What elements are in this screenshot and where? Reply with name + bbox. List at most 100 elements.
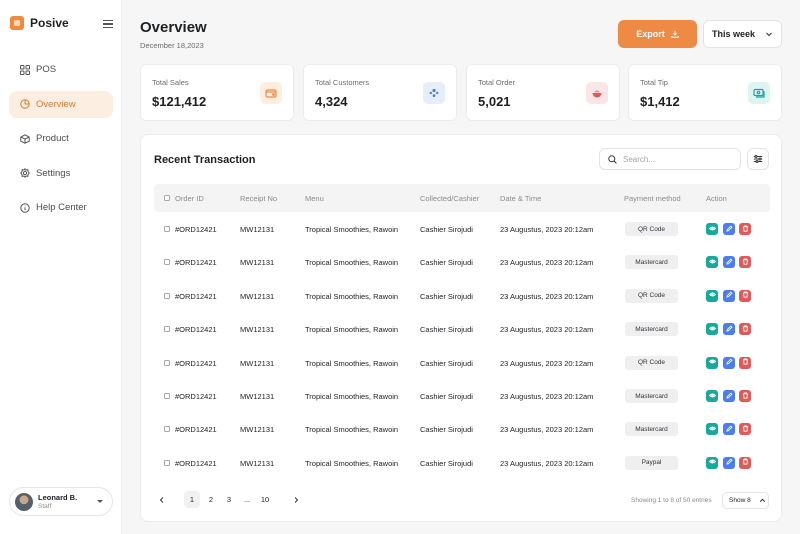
prev-page-button[interactable] xyxy=(154,491,170,508)
column-header[interactable]: Menu xyxy=(305,194,324,203)
trash-icon xyxy=(742,358,749,367)
edit-button[interactable] xyxy=(723,323,735,336)
page-button[interactable]: 10 xyxy=(256,491,274,508)
pencil-icon xyxy=(725,391,733,401)
next-page-button[interactable] xyxy=(288,491,304,508)
edit-button[interactable] xyxy=(723,256,735,269)
sidebar-item-pos[interactable]: POS xyxy=(9,56,113,83)
row-checkbox[interactable] xyxy=(164,226,170,232)
delete-button[interactable] xyxy=(739,256,751,269)
column-header[interactable]: Receipt No xyxy=(240,194,277,203)
eye-icon xyxy=(708,225,716,234)
cell-receipt: MW12131 xyxy=(240,458,275,468)
user-menu[interactable]: Leonard B. Staff xyxy=(9,487,113,516)
delete-button[interactable] xyxy=(739,356,751,369)
table-row[interactable]: #ORD12421 MW12131 Tropical Smoothies, Rawo… xyxy=(154,213,770,246)
edit-button[interactable] xyxy=(723,423,735,436)
chevron-down-icon xyxy=(766,32,772,37)
pencil-icon xyxy=(725,291,733,300)
search-input[interactable] xyxy=(623,154,733,164)
cell-receipt: MW12131 xyxy=(240,225,275,234)
date-range-dropdown[interactable]: This week xyxy=(703,20,782,48)
export-button[interactable]: Export xyxy=(618,20,697,48)
cell-receipt: MW12131 xyxy=(240,392,275,401)
panel-title: Recent Transaction xyxy=(154,154,256,166)
avatar xyxy=(15,492,33,511)
delete-button[interactable] xyxy=(739,390,751,402)
page-button[interactable]: 1 xyxy=(184,491,200,508)
stat-card-total-order: Total Order 5,021 xyxy=(466,64,620,121)
view-button[interactable] xyxy=(706,456,718,469)
info-icon xyxy=(20,202,30,213)
menu-icon[interactable] xyxy=(103,20,113,28)
page-size-select[interactable]: Show 8 xyxy=(722,492,769,509)
edit-button[interactable] xyxy=(723,356,735,369)
stat-value: 5,021 xyxy=(478,94,511,109)
page-button[interactable]: 3 xyxy=(221,491,237,508)
payment-badge: Mastercard xyxy=(625,389,678,403)
view-button[interactable] xyxy=(706,356,718,369)
table-row[interactable]: #ORD12421 MW12131 Tropical Smoothies, Rawo… xyxy=(154,413,770,446)
overview-icon xyxy=(20,99,30,109)
view-button[interactable] xyxy=(706,423,718,436)
stat-label: Total Sales xyxy=(152,78,189,87)
view-button[interactable] xyxy=(706,256,718,269)
box-icon xyxy=(20,133,30,144)
table-row[interactable]: #ORD12421 MW12131 Tropical Smoothies, Rawo… xyxy=(154,280,770,313)
stat-label: Total Order xyxy=(478,78,516,87)
user-role: Staff xyxy=(38,502,52,510)
gear-icon xyxy=(20,168,30,178)
cell-cashier: Cashier Sirojudi xyxy=(420,258,473,268)
sidebar-item-overview[interactable]: Overview xyxy=(9,90,113,118)
table-row[interactable]: #ORD12421 MW12131 Tropical Smoothies, Rawo… xyxy=(154,246,770,279)
sidebar-item-help-center[interactable]: Help Center xyxy=(9,194,113,221)
sidebar-item-settings[interactable]: Settings xyxy=(9,160,113,187)
column-header[interactable]: Order ID xyxy=(175,194,204,203)
view-button[interactable] xyxy=(706,223,718,235)
cell-menu: Tropical Smoothies, Rawoin xyxy=(305,291,399,301)
trash-icon xyxy=(742,291,749,300)
payment-badge: QR Code xyxy=(625,355,678,370)
table-row[interactable]: #ORD12421 MW12131 Tropical Smoothies, Rawo… xyxy=(154,347,770,380)
stat-card-total-tip: Total Tip $1,412 xyxy=(628,64,782,121)
cell-order-id: #ORD12421 xyxy=(175,291,217,301)
cell-menu: Tropical Smoothies, Rawoin xyxy=(305,425,399,435)
column-header[interactable]: Payment method xyxy=(624,194,681,203)
sidebar-item-product[interactable]: Product xyxy=(9,125,113,152)
delete-button[interactable] xyxy=(739,423,751,436)
row-checkbox[interactable] xyxy=(164,426,170,433)
column-header[interactable]: Collected/Cashier xyxy=(420,194,479,203)
view-button[interactable] xyxy=(706,289,718,302)
select-all-checkbox[interactable] xyxy=(164,195,170,201)
edit-button[interactable] xyxy=(723,223,735,235)
delete-button[interactable] xyxy=(739,323,751,336)
view-button[interactable] xyxy=(706,390,718,402)
bowl-icon xyxy=(586,82,608,104)
cell-datetime: 23 Augustus, 2023 20:12am xyxy=(500,392,594,401)
row-checkbox[interactable] xyxy=(164,292,170,299)
cell-order-id: #ORD12421 xyxy=(175,358,217,368)
delete-button[interactable] xyxy=(739,456,751,469)
delete-button[interactable] xyxy=(739,289,751,302)
delete-button[interactable] xyxy=(739,223,751,235)
table-row[interactable]: #ORD12421 MW12131 Tropical Smoothies, Rawo… xyxy=(154,380,770,413)
entries-info: Showing 1 to 8 of 50 entries xyxy=(631,497,712,504)
view-button[interactable] xyxy=(706,323,718,336)
download-icon xyxy=(671,30,679,38)
page-button[interactable]: 2 xyxy=(203,491,219,508)
row-checkbox[interactable] xyxy=(164,459,170,466)
row-checkbox[interactable] xyxy=(164,359,170,366)
column-header[interactable]: Date & Time xyxy=(500,194,541,203)
edit-button[interactable] xyxy=(723,289,735,302)
cell-order-id: #ORD12421 xyxy=(175,258,217,268)
edit-button[interactable] xyxy=(723,456,735,469)
row-checkbox[interactable] xyxy=(164,326,170,333)
eye-icon xyxy=(708,291,716,300)
stat-label: Total Customers xyxy=(315,78,370,87)
filter-button[interactable] xyxy=(747,148,769,170)
row-checkbox[interactable] xyxy=(164,259,170,266)
table-row[interactable]: #ORD12421 MW12131 Tropical Smoothies, Rawo… xyxy=(154,447,770,480)
table-row[interactable]: #ORD12421 MW12131 Tropical Smoothies, Rawo… xyxy=(154,313,770,346)
row-checkbox[interactable] xyxy=(164,393,170,399)
edit-button[interactable] xyxy=(723,390,735,402)
